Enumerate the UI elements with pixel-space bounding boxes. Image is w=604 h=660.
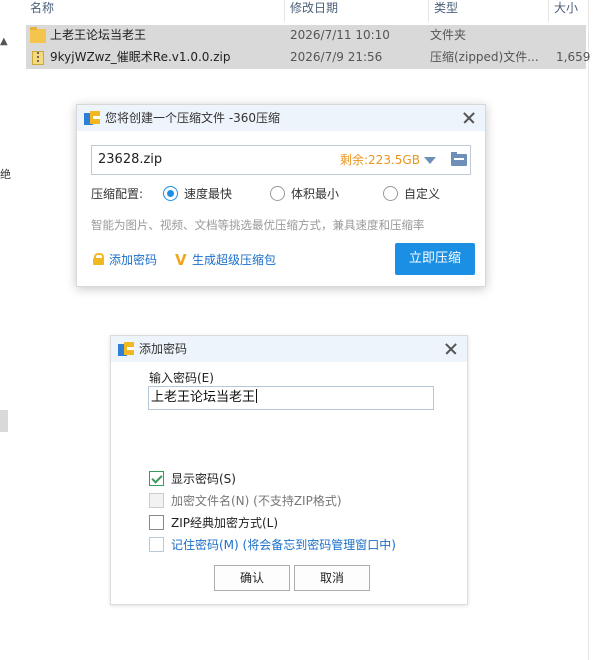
file-row[interactable]: 上老王论坛当老王 2026/7/11 10:10 文件夹 (26, 25, 586, 47)
text-caret (256, 389, 258, 403)
close-icon[interactable] (441, 339, 461, 359)
password-dialog-title: 添加密码 (139, 342, 188, 356)
compress-now-button[interactable]: 立即压缩 (395, 243, 475, 275)
column-size[interactable]: 大小 (550, 0, 578, 22)
encrypt-filenames-checkbox: 加密文件名(N) (不支持ZIP格式) (149, 493, 349, 509)
password-input-label: 输入密码(E) (149, 371, 214, 385)
radio-custom[interactable]: 自定义 (383, 186, 443, 202)
checkbox-label: 记住密码(M) (将会备忘到密码管理窗口中) (171, 538, 396, 552)
radio-circle[interactable] (270, 186, 285, 201)
compress-dialog-titlebar[interactable]: 您将创建一个压缩文件 -360压缩 (77, 105, 485, 131)
file-type: 文件夹 (430, 28, 467, 42)
pin-icon: ▲ (0, 36, 8, 47)
folder-icon (30, 27, 46, 43)
compression-hint: 智能为图片、视频、文档等挑选最优压缩方式，兼具速度和压缩率 (91, 218, 425, 232)
file-date: 2026/7/11 10:10 (290, 28, 390, 42)
add-password-dialog: 添加密码 输入密码(E) 上老王论坛当老王 显示密码(S) 加密文件名(N) (… (110, 335, 468, 605)
lock-icon (93, 253, 104, 265)
compress-config-label: 压缩配置: (91, 187, 144, 201)
checkbox-label: 加密文件名(N) (不支持ZIP格式) (171, 494, 342, 508)
file-date: 2026/7/9 21:56 (290, 50, 383, 64)
super-archive-label: 生成超级压缩包 (192, 253, 277, 267)
file-name: 上老王论坛当老王 (50, 28, 147, 42)
radio-circle[interactable] (383, 186, 398, 201)
add-password-link[interactable]: 添加密码 (93, 252, 157, 268)
checkbox-box[interactable] (149, 537, 164, 552)
nav-selection-marker (0, 410, 8, 432)
vip-v-icon: V (175, 251, 187, 269)
file-row[interactable]: 9kyjWZwz_催眠术Re.v1.0.0.zip 2026/7/9 21:56… (26, 47, 590, 69)
compress-dialog: 您将创建一个压缩文件 -360压缩 23628.zip 剩余:223.5GB 压… (76, 104, 486, 287)
radio-circle[interactable] (163, 186, 178, 201)
column-header: 名称 修改日期 类型 大小 (0, 0, 604, 22)
checkbox-box (149, 493, 164, 508)
archive-filename[interactable]: 23628.zip (98, 146, 162, 174)
column-date[interactable]: 修改日期 (286, 0, 338, 22)
chevron-down-icon[interactable] (424, 157, 436, 164)
column-type[interactable]: 类型 (430, 0, 458, 22)
radio-label: 体积最小 (291, 187, 340, 201)
file-name: 9kyjWZwz_催眠术Re.v1.0.0.zip (50, 50, 231, 64)
archive-app-icon (118, 341, 134, 356)
checkbox-label: ZIP经典加密方式(L) (171, 516, 279, 530)
compress-dialog-title: 您将创建一个压缩文件 -360压缩 (105, 111, 281, 125)
cancel-button[interactable]: 取消 (294, 565, 370, 591)
super-archive-link[interactable]: V 生成超级压缩包 (175, 252, 276, 268)
column-separator[interactable] (548, 0, 549, 22)
file-size: 1,659 (556, 50, 591, 64)
password-value[interactable]: 上老王论坛当老王 (151, 387, 258, 409)
add-password-label: 添加密码 (109, 253, 158, 267)
radio-label: 自定义 (404, 187, 441, 201)
zip-classic-encryption-checkbox[interactable]: ZIP经典加密方式(L) (149, 515, 279, 531)
close-icon[interactable] (459, 108, 479, 128)
password-input[interactable]: 上老王论坛当老王 (148, 386, 434, 410)
confirm-button[interactable]: 确认 (214, 565, 290, 591)
column-name[interactable]: 名称 (26, 0, 54, 22)
zip-file-icon (32, 51, 44, 65)
column-separator[interactable] (428, 0, 429, 22)
scrollbar-edge (588, 0, 589, 660)
checkbox-box[interactable] (149, 515, 164, 530)
radio-smallest[interactable]: 体积最小 (270, 186, 340, 202)
remember-password-checkbox[interactable]: 记住密码(M) (将会备忘到密码管理窗口中) (149, 537, 399, 553)
file-size (556, 25, 596, 47)
archive-path-field[interactable]: 23628.zip 剩余:223.5GB (91, 145, 471, 175)
checkbox-box[interactable] (149, 471, 164, 486)
free-space-label: 剩余:223.5GB (340, 153, 420, 167)
nav-text-fragment: 绝 (0, 168, 11, 181)
password-dialog-titlebar[interactable]: 添加密码 (111, 336, 467, 362)
show-password-checkbox[interactable]: 显示密码(S) (149, 471, 236, 487)
column-separator[interactable] (284, 0, 285, 22)
navigation-pane-edge: ▲ 绝 (0, 0, 12, 660)
browse-folder-icon[interactable] (451, 152, 467, 166)
file-type: 压缩(zipped)文件... (430, 50, 539, 64)
archive-app-icon (84, 110, 100, 125)
radio-label: 速度最快 (184, 187, 233, 201)
radio-fastest[interactable]: 速度最快 (163, 186, 233, 202)
checkbox-label: 显示密码(S) (171, 472, 236, 486)
